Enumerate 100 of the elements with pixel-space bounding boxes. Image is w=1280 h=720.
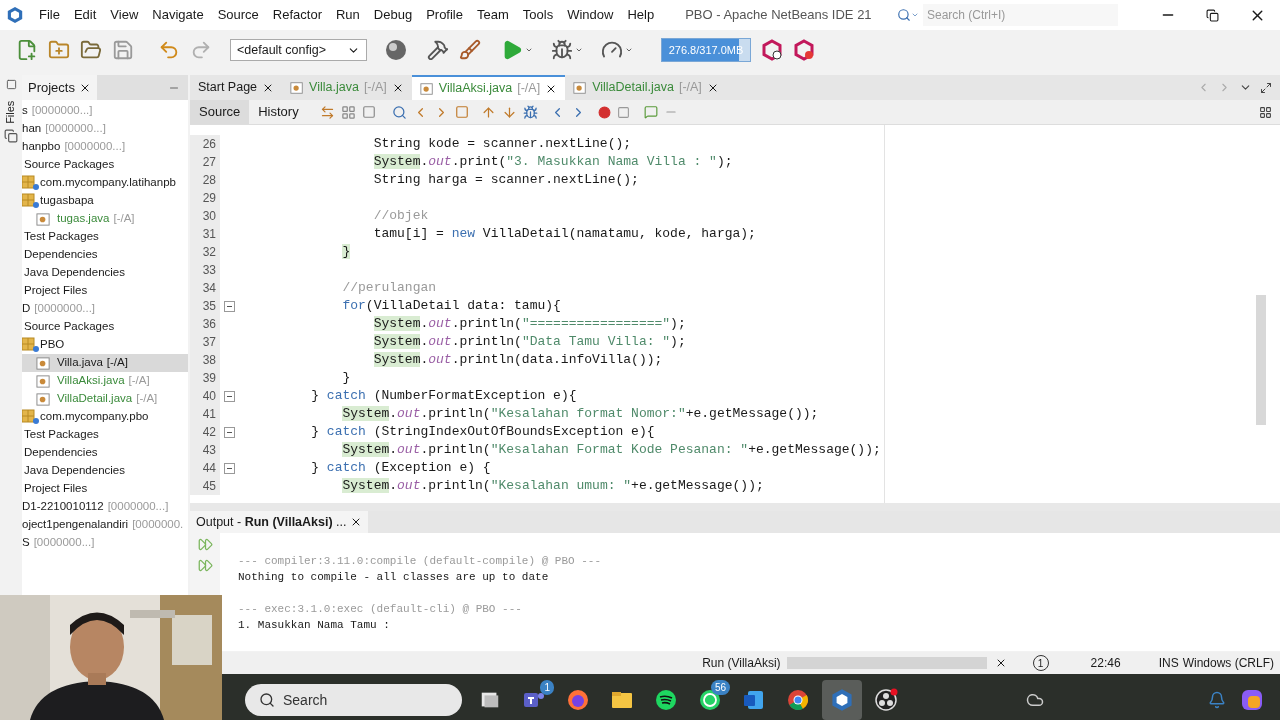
tree-item[interactable]: Dependencies [22,246,188,264]
tree-item-label: Dependencies [24,247,98,263]
caret-icon[interactable] [911,11,919,19]
taskbar-search[interactable]: Search [245,683,462,716]
tree-item-label: Villa.java [57,355,103,371]
panel-tab[interactable]: Projects [22,75,97,100]
files-icon[interactable] [4,128,18,143]
java-file-icon [419,81,434,96]
split-icon[interactable] [1259,105,1272,119]
tree-item[interactable]: Dependencies [22,444,188,462]
tree-item[interactable]: VillaAksi.java [-/A] [22,372,188,390]
tree-item[interactable]: oject1pengenalandiri [0000000. [22,516,188,534]
tree-item[interactable]: Villa.java [-/A] [22,354,188,372]
view-tab[interactable]: Source [190,100,250,124]
menu-item[interactable]: Edit [66,5,104,25]
maximize-icon[interactable] [1260,81,1272,94]
tree-item-label: PBO [40,337,65,353]
debug-icon[interactable] [551,39,573,61]
search-field[interactable]: Search (Ctrl+I) [923,4,1118,26]
new-project-icon[interactable] [48,39,70,61]
menu-item[interactable]: Source [210,5,266,25]
fold-toggle[interactable] [223,300,235,312]
panel-icon[interactable] [5,79,17,90]
tree-item[interactable]: VillaDetail.java [-/A] [22,390,188,408]
tab-status: [-/A] [517,80,541,98]
view-tab[interactable]: History [249,100,308,124]
previous-bookmark-icon[interactable] [480,104,496,120]
fold-toggle[interactable] [223,390,235,402]
taskbar-button[interactable] [822,679,862,720]
code-line: String kode = scanner.nextLine(); [372,135,632,153]
tree-item[interactable]: tugas.java [-/A] [22,210,188,228]
search-icon [259,691,275,708]
tree-item[interactable]: S [0000000...] [22,534,188,552]
tree-item[interactable]: Test Packages [22,228,188,246]
next-bookmark-icon[interactable] [501,104,517,120]
fold-toggle[interactable] [223,426,235,438]
tree-item[interactable]: Java Dependencies [22,462,188,480]
tree-item[interactable]: Java Dependencies [22,264,188,282]
menu-item[interactable]: Debug [366,5,420,25]
tree-item-label: Java Dependencies [24,265,125,281]
config-dropdown[interactable]: <default config> [230,39,367,61]
menu-item[interactable]: Refactor [265,5,329,25]
tree-item-label: hanpbo [22,139,61,155]
caret-icon[interactable] [575,46,583,54]
tree-item-label: s [22,103,28,119]
side-tab[interactable]: Files [2,100,20,124]
code-line: } catch (NumberFormatException e){ [310,387,577,405]
editor-tab[interactable]: VillaAksi.java [-/A] [411,75,566,100]
menu-item[interactable]: Tools [515,5,561,25]
menu-item[interactable]: Run [328,5,367,25]
tree-item[interactable]: com.mycompany.latihanpb [22,174,188,192]
tree-item[interactable]: Source Packages [22,156,188,174]
open-folder-icon[interactable] [80,39,102,61]
tree-item[interactable]: D [0000000...] [22,300,188,318]
recorder-app-icon [874,687,898,712]
menu-item[interactable]: Profile [419,5,470,25]
tree-item[interactable]: Project Files [22,480,188,498]
tree-item[interactable]: com.mycompany.pbo [22,408,188,426]
hammer-icon[interactable] [427,39,449,61]
record-icon[interactable] [597,105,611,119]
tree-item-label: oject1pengenalandiri [22,517,129,533]
tree-item[interactable]: D1-2210010112 [0000000...] [22,498,188,516]
globe-icon[interactable] [385,39,407,61]
tab-status: [-/A] [678,79,702,97]
tree-item[interactable]: han [0000000...] [22,120,188,138]
scrollbar[interactable] [1256,295,1266,425]
tree-item[interactable]: tugasbapa [22,192,188,210]
output-tab[interactable]: Output - Run (VillaAksi) ... [190,511,368,533]
menu-item[interactable]: Navigate [145,5,211,25]
code-line: System.out.println("Data Tamu Villa: "); [372,333,686,351]
taskbar-button[interactable]: 1 [514,679,554,720]
tree-item[interactable]: Test Packages [22,426,188,444]
bell-icon[interactable] [1208,690,1226,709]
code-line: System.out.println("Kesalahan format Nomor:"+e.getMessage()); [341,405,819,423]
tree-item-label: Source Packages [24,319,115,335]
code-line: for(VillaDetail data: tamu){ [341,297,561,315]
caret-icon[interactable] [625,46,633,54]
undo-icon[interactable] [158,39,180,61]
tree-item-label: Project Files [24,283,88,299]
brush-icon[interactable] [459,39,481,61]
menu-item[interactable]: Window [560,5,621,25]
menu-item[interactable]: Team [470,5,516,25]
menu-item[interactable]: Help [620,5,662,25]
tree-item[interactable]: s [0000000...] [22,102,188,120]
menu-item[interactable]: File [32,5,67,25]
tree-item[interactable]: Project Files [22,282,188,300]
java-file-icon [290,80,305,95]
new-file-icon[interactable] [16,39,38,61]
find-icon[interactable] [391,104,407,120]
restore-icon[interactable] [1206,8,1219,22]
java-file-icon [36,391,51,407]
tree-item[interactable]: Source Packages [22,318,188,336]
taskbar-button[interactable]: 56 [690,679,730,720]
menu-item[interactable]: View [103,5,146,25]
fold-toggle[interactable] [223,462,235,474]
tree-item[interactable]: hanpbo [0000000...] [22,138,188,156]
code-line: System.out.print("3. Masukkan Nama Villa : "); [372,153,733,171]
tree-item[interactable]: PBO [22,336,188,354]
line-number: 45 [202,478,216,495]
caret-icon[interactable] [525,46,533,54]
